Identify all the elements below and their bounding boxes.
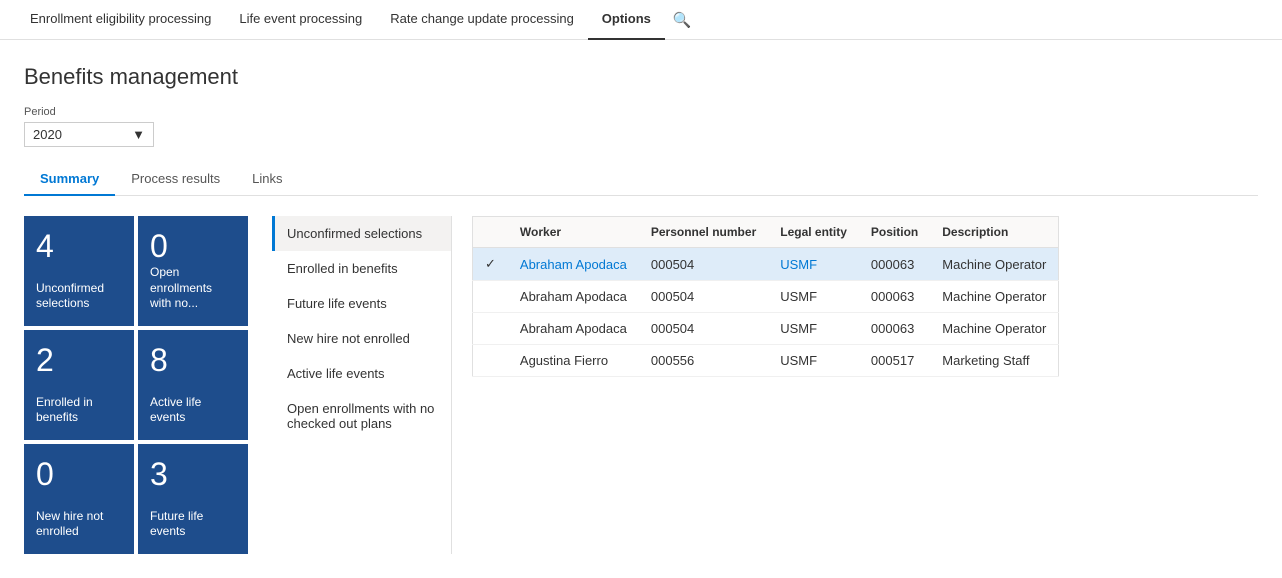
nav-options[interactable]: Options	[588, 0, 665, 40]
tile-unconfirmed-label: Unconfirmed selections	[36, 281, 122, 312]
table-row[interactable]: ✓ Abraham Apodaca 000504 USMF 000063Machine …	[473, 248, 1059, 281]
tile-openenrollments-label: Open enrollments with no...	[150, 265, 236, 312]
row-legal: USMF	[768, 313, 859, 345]
main-content: Benefits management Period 2020 ▼ Summar…	[0, 40, 1282, 578]
tiles-row-2: 2 Enrolled in benefits 8 Active life eve…	[24, 330, 248, 440]
tile-futurelifeevents[interactable]: 3 Future life events	[138, 444, 248, 554]
sidebar-list: Unconfirmed selections Enrolled in benef…	[272, 216, 452, 554]
row-position: 000517	[859, 345, 930, 377]
table-row[interactable]: Agustina Fierro000556USMF000517Marketing…	[473, 345, 1059, 377]
nav-lifeevent[interactable]: Life event processing	[225, 0, 376, 40]
tabs: Summary Process results Links	[24, 163, 1258, 196]
row-check: ✓	[473, 248, 508, 281]
sidebar-item-enrolled[interactable]: Enrolled in benefits	[272, 251, 451, 286]
table-area: Worker Personnel number Legal entity Pos…	[452, 216, 1059, 554]
tile-enrolledinbenefits-label: Enrolled in benefits	[36, 395, 122, 426]
col-position: Position	[859, 217, 930, 248]
tile-activelifeevents-label: Active life events	[150, 395, 236, 426]
row-check	[473, 345, 508, 377]
row-description: Marketing Staff	[930, 345, 1059, 377]
row-description: Machine Operator	[930, 281, 1059, 313]
table-row[interactable]: Abraham Apodaca000504USMF000063Machine O…	[473, 281, 1059, 313]
tile-openenrollments[interactable]: 0 Open enrollments with no...	[138, 216, 248, 326]
dashboard: 4 Unconfirmed selections 0 Open enrollme…	[24, 216, 1258, 554]
row-position: 000063	[859, 248, 930, 281]
row-position: 000063	[859, 281, 930, 313]
legal-link[interactable]: USMF	[780, 257, 817, 272]
sidebar-item-futurelife[interactable]: Future life events	[272, 286, 451, 321]
tile-openenrollments-number: 0	[150, 230, 236, 262]
tile-activelifeevents[interactable]: 8 Active life events	[138, 330, 248, 440]
row-personnel: 000504	[639, 313, 768, 345]
row-worker: Agustina Fierro	[508, 345, 639, 377]
row-legal: USMF	[768, 281, 859, 313]
tile-futurelifeevents-number: 3	[150, 458, 236, 490]
col-check	[473, 217, 508, 248]
tab-processresults[interactable]: Process results	[115, 163, 236, 196]
top-nav: Enrollment eligibility processing Life e…	[0, 0, 1282, 40]
sidebar-item-activelife[interactable]: Active life events	[272, 356, 451, 391]
tile-enrolledinbenefits-number: 2	[36, 344, 122, 376]
data-table: Worker Personnel number Legal entity Pos…	[472, 216, 1059, 377]
sidebar-item-openenrollments[interactable]: Open enrollments with no checked out pla…	[272, 391, 451, 441]
col-legal: Legal entity	[768, 217, 859, 248]
content-right: Unconfirmed selections Enrolled in benef…	[272, 216, 1059, 554]
chevron-down-icon: ▼	[132, 127, 145, 142]
row-personnel: 000556	[639, 345, 768, 377]
tile-unconfirmed-number: 4	[36, 230, 122, 262]
col-description: Description	[930, 217, 1059, 248]
sidebar-item-newhire[interactable]: New hire not enrolled	[272, 321, 451, 356]
row-worker: Abraham Apodaca	[508, 313, 639, 345]
page-title: Benefits management	[24, 64, 1258, 90]
tile-futurelifeevents-label: Future life events	[150, 509, 236, 540]
tile-unconfirmed[interactable]: 4 Unconfirmed selections	[24, 216, 134, 326]
row-check	[473, 313, 508, 345]
sidebar-item-unconfirmed[interactable]: Unconfirmed selections	[272, 216, 451, 251]
period-select[interactable]: 2020 ▼	[24, 122, 154, 147]
row-personnel: 000504	[639, 281, 768, 313]
tile-newhire[interactable]: 0 New hire not enrolled	[24, 444, 134, 554]
tab-links[interactable]: Links	[236, 163, 298, 196]
period-value: 2020	[33, 127, 62, 142]
tiles-row-1: 4 Unconfirmed selections 0 Open enrollme…	[24, 216, 248, 326]
search-icon[interactable]: 🔍	[673, 11, 692, 29]
tile-enrolledinbenefits[interactable]: 2 Enrolled in benefits	[24, 330, 134, 440]
row-check	[473, 281, 508, 313]
row-description: Machine Operator	[930, 313, 1059, 345]
table-header-row: Worker Personnel number Legal entity Pos…	[473, 217, 1059, 248]
period-label: Period	[24, 106, 1258, 118]
tile-newhire-number: 0	[36, 458, 122, 490]
tiles-row-3: 0 New hire not enrolled 3 Future life ev…	[24, 444, 248, 554]
nav-enrollment[interactable]: Enrollment eligibility processing	[16, 0, 225, 40]
row-position: 000063	[859, 313, 930, 345]
row-legal: USMF	[768, 345, 859, 377]
table-row[interactable]: Abraham Apodaca000504USMF000063Machine O…	[473, 313, 1059, 345]
row-personnel: 000504	[639, 248, 768, 281]
row-legal[interactable]: USMF	[768, 248, 859, 281]
nav-ratechange[interactable]: Rate change update processing	[376, 0, 588, 40]
worker-link[interactable]: Abraham Apodaca	[520, 257, 627, 272]
row-description: Machine Operator	[930, 248, 1059, 281]
col-personnel: Personnel number	[639, 217, 768, 248]
tab-summary[interactable]: Summary	[24, 163, 115, 196]
row-worker[interactable]: Abraham Apodaca	[508, 248, 639, 281]
col-worker: Worker	[508, 217, 639, 248]
tile-newhire-label: New hire not enrolled	[36, 509, 122, 540]
tile-activelifeevents-number: 8	[150, 344, 236, 376]
tiles-column: 4 Unconfirmed selections 0 Open enrollme…	[24, 216, 248, 554]
row-worker: Abraham Apodaca	[508, 281, 639, 313]
